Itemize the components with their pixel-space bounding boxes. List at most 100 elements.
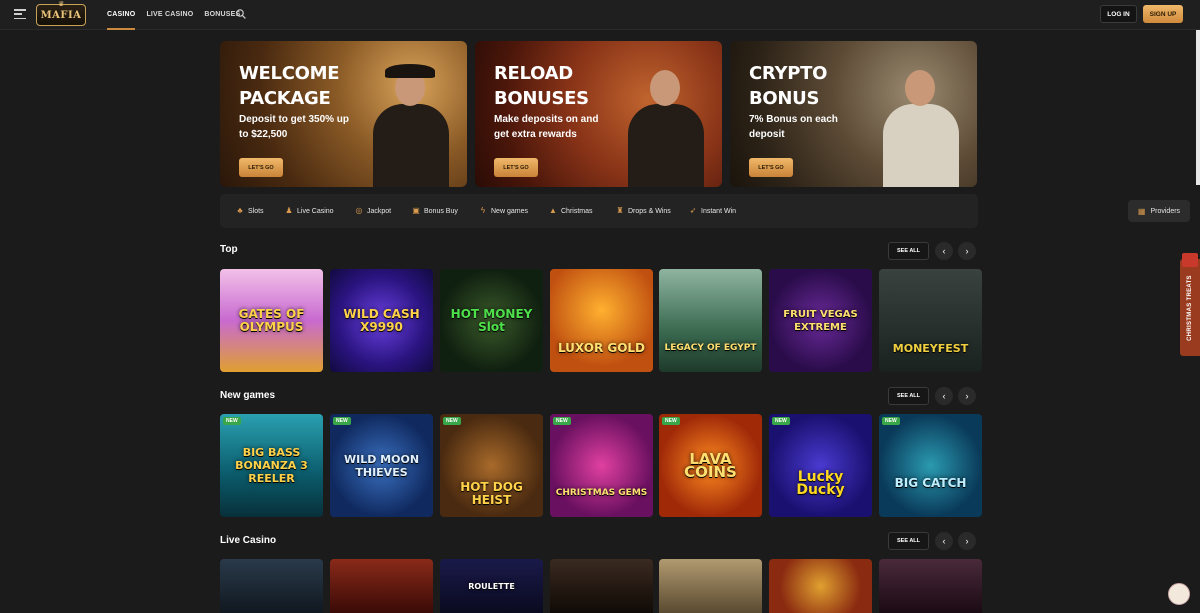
- christmas-tree-icon: ▲: [549, 206, 557, 215]
- game-title: BIG BASS BONANZA 3 REELER: [235, 446, 308, 485]
- banner-title: RELOAD BONUSES: [494, 63, 589, 109]
- logo-text: MAFIA: [40, 9, 82, 21]
- nav-casino[interactable]: CASINO: [107, 0, 136, 30]
- live-game-tile[interactable]: ROULETTE: [440, 559, 543, 613]
- chevron-right-icon[interactable]: ›: [958, 532, 976, 550]
- game-title: HOT DOG HEIST: [460, 479, 523, 507]
- game-tile[interactable]: MONEYFEST: [879, 269, 982, 372]
- site-logo[interactable]: ♛ MAFIA: [36, 1, 86, 26]
- game-tile[interactable]: NEW BIG CATCH: [879, 414, 982, 517]
- login-button[interactable]: LOG IN: [1100, 5, 1137, 23]
- game-title: MONEYFEST: [892, 342, 969, 355]
- signup-button[interactable]: SIGN UP: [1143, 5, 1183, 23]
- category-label: Slots: [248, 207, 264, 215]
- chat-support-icon[interactable]: [1168, 583, 1190, 605]
- banner-welcome-package[interactable]: WELCOME PACKAGE Deposit to get 350% up t…: [220, 41, 467, 187]
- see-all-button[interactable]: SEE ALL: [888, 532, 929, 550]
- new-badge: NEW: [662, 417, 680, 425]
- chevron-right-icon[interactable]: ›: [958, 387, 976, 405]
- game-tile[interactable]: HOT MONEY Slot: [440, 269, 543, 372]
- nav-bonuses[interactable]: BONUSES: [204, 0, 240, 30]
- game-tile[interactable]: NEW LAVA COINS: [659, 414, 762, 517]
- new-badge: NEW: [882, 417, 900, 425]
- top-bar: ♛ MAFIA CASINO LIVE CASINO BONUSES LOG I…: [0, 0, 1200, 30]
- new-badge: NEW: [553, 417, 571, 425]
- chevron-left-icon[interactable]: ‹: [935, 242, 953, 260]
- game-tile[interactable]: NEW BIG BASS BONANZA 3 REELER: [220, 414, 323, 517]
- game-title: ROULETTE: [468, 581, 515, 591]
- live-game-tile[interactable]: [659, 559, 762, 613]
- game-tile[interactable]: LEGACY OF EGYPT: [659, 269, 762, 372]
- banner-text: Make deposits on and get extra rewards: [494, 114, 599, 140]
- hamburger-menu-icon[interactable]: [14, 9, 26, 19]
- category-label: Instant Win: [701, 207, 737, 215]
- category-bar: ♣ Slots ♟ Live Casino ◎ Jackpot ▣ Bonus Buy …: [220, 194, 1190, 228]
- scrollbar[interactable]: [1196, 30, 1200, 185]
- category-bonus-buy[interactable]: ▣ Bonus Buy: [412, 194, 458, 228]
- game-tile[interactable]: NEW WILD MOON THIEVES: [330, 414, 433, 517]
- game-tile[interactable]: LUXOR GOLD: [550, 269, 653, 372]
- category-label: Christmas: [561, 207, 593, 215]
- lets-go-button[interactable]: LET'S GO: [494, 158, 538, 177]
- category-christmas[interactable]: ▲ Christmas: [549, 194, 593, 228]
- crown-icon: ♛: [58, 1, 65, 8]
- grid-icon: ▦: [1137, 206, 1146, 216]
- game-title: FRUIT VEGAS EXTREME: [783, 308, 858, 333]
- category-live-casino[interactable]: ♟ Live Casino: [285, 194, 334, 228]
- live-game-tile[interactable]: [769, 559, 872, 613]
- side-tab-label: CHRISTMAS TREATS: [1187, 274, 1193, 341]
- game-title: GATES OF OLYMPUS: [238, 306, 305, 334]
- live-dealer-icon: ♟: [285, 206, 293, 215]
- section-title-live-casino: Live Casino: [220, 535, 277, 546]
- providers-button[interactable]: ▦ Providers: [1128, 200, 1190, 222]
- live-game-tile[interactable]: [879, 559, 982, 613]
- game-title: HOT MONEY Slot: [450, 306, 533, 334]
- banner-reload-bonuses[interactable]: RELOAD BONUSES Make deposits on and get …: [475, 41, 722, 187]
- nav-live-casino[interactable]: LIVE CASINO: [146, 0, 193, 30]
- banner-character-image: [877, 52, 965, 187]
- game-tile[interactable]: GATES OF OLYMPUS: [220, 269, 323, 372]
- christmas-treats-tab[interactable]: CHRISTMAS TREATS: [1180, 253, 1200, 356]
- game-title: LEGACY OF EGYPT: [664, 343, 757, 353]
- game-tile[interactable]: NEW HOT DOG HEIST: [440, 414, 543, 517]
- category-label: Live Casino: [297, 207, 334, 215]
- lets-go-button[interactable]: LET'S GO: [749, 158, 793, 177]
- chevron-right-icon[interactable]: ›: [958, 242, 976, 260]
- lets-go-button[interactable]: LET'S GO: [239, 158, 283, 177]
- chevron-left-icon[interactable]: ‹: [935, 532, 953, 550]
- search-icon[interactable]: [236, 9, 246, 19]
- slots-icon: ♣: [237, 206, 243, 215]
- live-game-tile[interactable]: [220, 559, 323, 613]
- section-title-new-games: New games: [220, 390, 276, 401]
- chevron-left-icon[interactable]: ‹: [935, 387, 953, 405]
- category-drops-wins[interactable]: ♜ Drops & Wins: [616, 194, 671, 228]
- see-all-button[interactable]: SEE ALL: [888, 387, 929, 405]
- game-tile[interactable]: NEW Lucky Ducky: [769, 414, 872, 517]
- game-title: BIG CATCH: [894, 476, 967, 490]
- game-title: Lucky Ducky: [796, 468, 845, 498]
- banner-title: CRYPTO BONUS: [749, 63, 828, 109]
- category-label: Bonus Buy: [424, 207, 458, 215]
- game-tile[interactable]: WILD CASH X9990: [330, 269, 433, 372]
- category-instant-win[interactable]: ➶ Instant Win: [689, 194, 736, 228]
- see-all-button[interactable]: SEE ALL: [888, 242, 929, 260]
- new-badge: NEW: [223, 417, 241, 425]
- banner-crypto-bonus[interactable]: CRYPTO BONUS 7% Bonus on each deposit LE…: [730, 41, 977, 187]
- category-new-games[interactable]: ϟ New games: [479, 194, 528, 228]
- live-game-tile[interactable]: [330, 559, 433, 613]
- new-badge: NEW: [772, 417, 790, 425]
- game-title: LUXOR GOLD: [557, 341, 646, 355]
- providers-label: Providers: [1150, 207, 1181, 215]
- game-tile[interactable]: FRUIT VEGAS EXTREME: [769, 269, 872, 372]
- game-title: LAVA COINS: [684, 449, 737, 481]
- game-tile[interactable]: NEW CHRISTMAS GEMS: [550, 414, 653, 517]
- live-game-tile[interactable]: [550, 559, 653, 613]
- category-slots[interactable]: ♣ Slots: [236, 194, 264, 228]
- game-title: WILD CASH X9990: [343, 306, 420, 334]
- banner-character-image: [367, 52, 455, 187]
- gift-icon: [1182, 253, 1198, 267]
- category-jackpot[interactable]: ◎ Jackpot: [355, 194, 392, 228]
- banner-title: WELCOME PACKAGE: [239, 63, 340, 109]
- game-title: WILD MOON THIEVES: [343, 452, 420, 479]
- category-label: Drops & Wins: [628, 207, 671, 215]
